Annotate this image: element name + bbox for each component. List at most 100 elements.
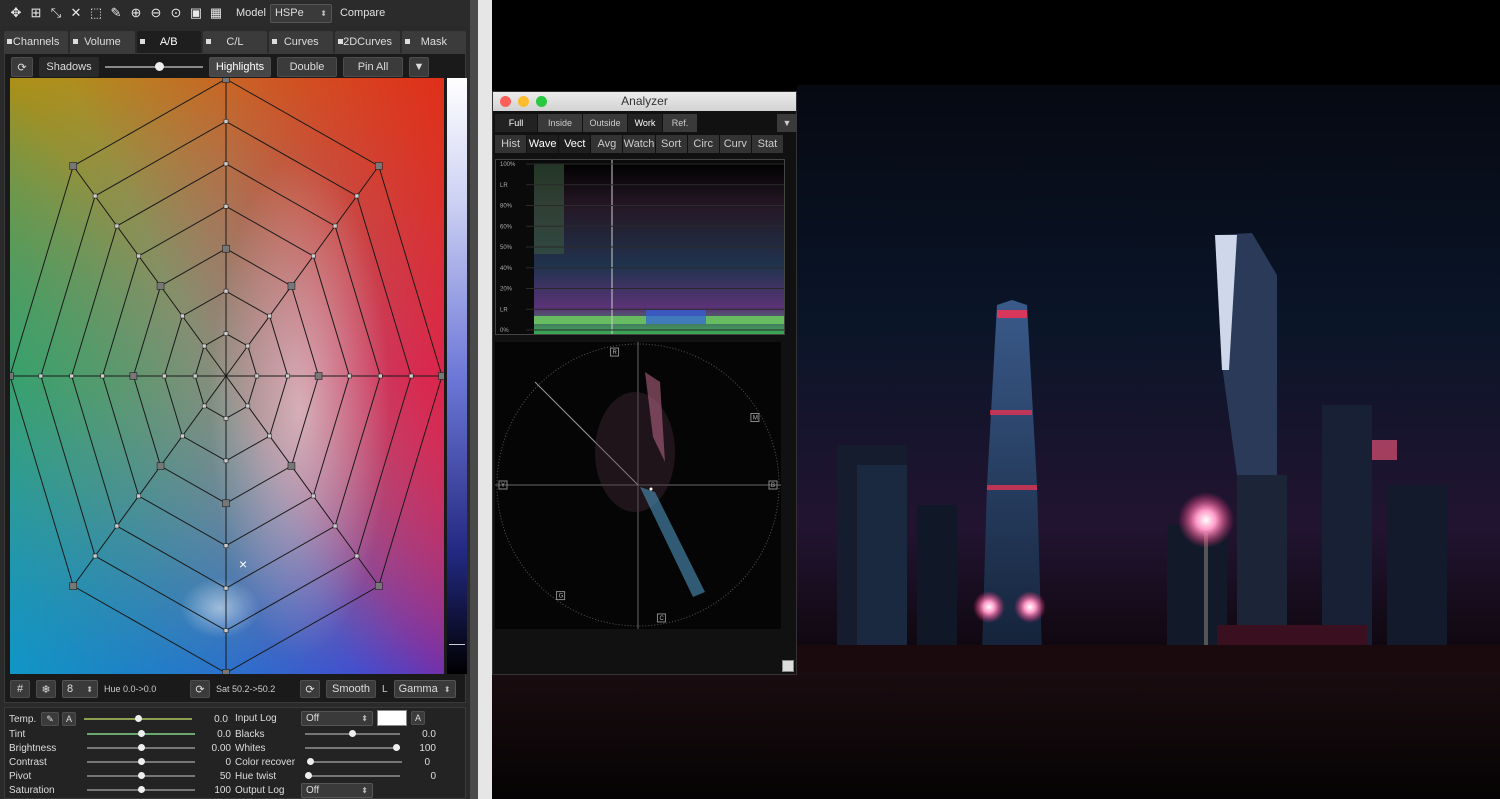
grid-node[interactable] xyxy=(136,493,141,499)
grid-node[interactable] xyxy=(100,373,105,379)
grid-node[interactable] xyxy=(408,373,414,379)
sat-reset-button[interactable]: ⟳ xyxy=(300,680,320,698)
compare-button[interactable]: Compare xyxy=(340,7,385,19)
grid-node[interactable] xyxy=(311,253,316,259)
grid-node[interactable] xyxy=(267,313,272,319)
hue-reset-button[interactable]: ⟳ xyxy=(190,680,210,698)
tab-2dcurves[interactable]: 2DCurves xyxy=(335,31,400,53)
shadows-highlights-slider[interactable] xyxy=(105,62,203,71)
tab-wave[interactable]: Wave xyxy=(527,135,559,153)
tab-inside[interactable]: Inside xyxy=(538,114,582,132)
grid-node[interactable] xyxy=(129,372,138,380)
menu-button[interactable]: ▼ xyxy=(409,57,429,77)
shrink-icon[interactable]: ⤡ xyxy=(48,5,64,21)
tab-ref[interactable]: Ref. xyxy=(663,114,697,132)
hue-twist-slider[interactable] xyxy=(305,772,400,779)
grid-node[interactable] xyxy=(223,628,229,633)
saturation-slider[interactable] xyxy=(87,786,195,793)
grid-node[interactable] xyxy=(347,373,352,379)
grid-add-icon[interactable]: ⊞ xyxy=(28,5,44,21)
minimize-icon[interactable] xyxy=(518,96,529,107)
tab-circ[interactable]: Circ xyxy=(687,135,719,153)
gamma-select[interactable]: Gamma ⬍ xyxy=(393,680,456,698)
slider-knob[interactable] xyxy=(393,744,400,751)
grid-node[interactable] xyxy=(69,373,74,379)
tab-avg[interactable]: Avg xyxy=(591,135,623,153)
radial-grid-button[interactable]: ❄ xyxy=(36,680,56,698)
grid-node[interactable] xyxy=(285,373,290,379)
grid-node[interactable] xyxy=(69,162,78,170)
input-log-select[interactable]: Off ⬍ xyxy=(301,710,373,726)
grid-node[interactable] xyxy=(201,343,207,349)
tab-curv[interactable]: Curv xyxy=(719,135,751,153)
grid-node[interactable] xyxy=(378,373,383,379)
tab-volume[interactable]: Volume xyxy=(70,31,135,53)
marquee-icon[interactable]: ⬚ xyxy=(88,5,104,21)
grid-node[interactable] xyxy=(374,582,383,590)
grid-node[interactable] xyxy=(223,416,229,421)
grid-node[interactable] xyxy=(10,372,14,380)
grid-node[interactable] xyxy=(223,458,229,464)
smooth-button[interactable]: Smooth xyxy=(326,680,376,698)
pin-all-button[interactable]: Pin All xyxy=(343,57,403,77)
slider-knob[interactable] xyxy=(307,758,314,765)
grid-node[interactable] xyxy=(332,523,338,529)
resize-grip[interactable] xyxy=(782,660,794,672)
tab-ab[interactable]: A/B xyxy=(136,31,201,53)
zoom-out-icon[interactable]: ⊖ xyxy=(148,5,164,21)
grid-node[interactable] xyxy=(162,373,167,379)
grid-node[interactable] xyxy=(223,543,229,548)
grid-node[interactable] xyxy=(114,223,120,229)
double-button[interactable]: Double xyxy=(277,57,337,77)
grid-node[interactable] xyxy=(223,585,229,591)
tab-watch[interactable]: Watch xyxy=(623,135,655,153)
grid-node[interactable] xyxy=(92,553,98,559)
grid-node[interactable] xyxy=(92,193,98,199)
zoom-in-icon[interactable]: ⊕ xyxy=(128,5,144,21)
grid-node[interactable] xyxy=(245,343,251,349)
grid-node[interactable] xyxy=(354,193,360,199)
tab-full[interactable]: Full xyxy=(495,114,537,132)
grid-node[interactable] xyxy=(254,373,260,379)
slider-knob[interactable] xyxy=(137,786,145,793)
move-icon[interactable]: ✥ xyxy=(8,5,24,21)
grid-node[interactable] xyxy=(222,78,230,83)
grid-node[interactable] xyxy=(192,373,198,379)
tab-work[interactable]: Work xyxy=(628,114,662,132)
grid-toggle-button[interactable]: # xyxy=(10,680,30,698)
grid-node[interactable] xyxy=(201,403,207,409)
grid-node[interactable] xyxy=(114,523,120,529)
grid-node[interactable] xyxy=(287,462,296,470)
grid-node[interactable] xyxy=(69,582,78,590)
reset-button[interactable]: ⟳ xyxy=(11,57,33,77)
color-grid[interactable]: × xyxy=(10,78,444,674)
eyedropper-button[interactable]: ✎ xyxy=(41,712,59,726)
grid-node[interactable] xyxy=(332,223,338,229)
output-log-select[interactable]: Off ⬍ xyxy=(301,782,373,798)
slider-knob[interactable] xyxy=(155,62,164,71)
whites-slider[interactable] xyxy=(305,744,400,751)
tab-sort[interactable]: Sort xyxy=(655,135,687,153)
slider-knob[interactable] xyxy=(134,715,142,722)
tab-cl[interactable]: C/L xyxy=(202,31,268,53)
slider-knob[interactable] xyxy=(305,772,312,779)
grid-node[interactable] xyxy=(267,433,272,439)
model-select[interactable]: HSPe ⬍ xyxy=(269,3,332,23)
grid-node[interactable] xyxy=(374,162,383,170)
grid-node[interactable] xyxy=(156,282,165,290)
tint-slider[interactable] xyxy=(87,730,195,737)
grid-node[interactable] xyxy=(180,313,185,319)
vectorscope[interactable]: R M Y B G C xyxy=(495,342,781,629)
auto-button[interactable]: A xyxy=(411,711,425,725)
grid-node[interactable] xyxy=(354,553,360,559)
waveform-scope[interactable]: 100% LR 80% 60% 50% 40% 20% LR 0% xyxy=(495,159,785,335)
divider-bar[interactable] xyxy=(478,0,492,799)
shadows-button[interactable]: Shadows xyxy=(39,57,99,77)
grid-node[interactable] xyxy=(223,161,229,167)
luma-marker[interactable] xyxy=(449,644,465,645)
grid-icon[interactable]: ▦ xyxy=(208,5,224,21)
slider-knob[interactable] xyxy=(137,730,145,737)
tab-channels[interactable]: Channels xyxy=(4,31,69,53)
tab-stat[interactable]: Stat xyxy=(751,135,783,153)
grid-node[interactable] xyxy=(438,372,445,380)
